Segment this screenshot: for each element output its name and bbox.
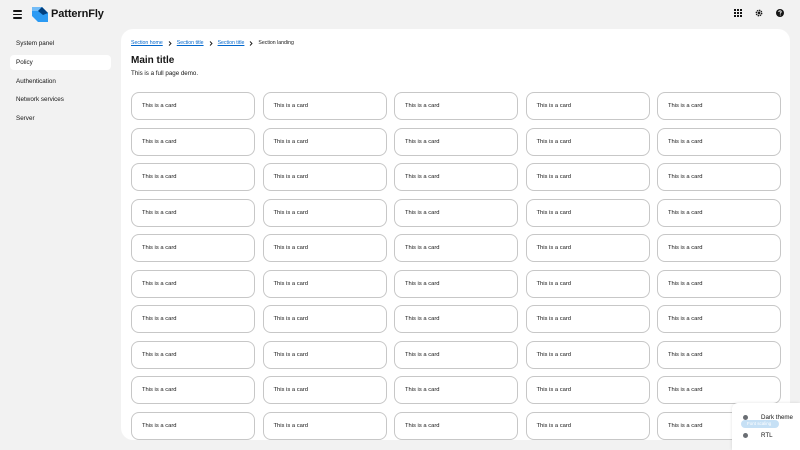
- settings-button[interactable]: [755, 9, 763, 17]
- card[interactable]: This is a card: [131, 163, 255, 191]
- card[interactable]: This is a card: [394, 411, 518, 440]
- theme-switcher-panel: Dark theme Font scaling RTL: [732, 403, 800, 450]
- card[interactable]: This is a card: [525, 305, 650, 333]
- chevron-right-icon: [209, 40, 213, 46]
- card[interactable]: This is a card: [394, 269, 518, 298]
- card[interactable]: This is a card: [525, 340, 650, 369]
- card[interactable]: This is a card: [657, 198, 781, 227]
- masthead: PatternFly: [0, 0, 800, 29]
- card[interactable]: This is a card: [394, 92, 518, 120]
- card[interactable]: This is a card: [394, 198, 518, 227]
- brand[interactable]: PatternFly: [32, 6, 104, 22]
- card[interactable]: This is a card: [657, 340, 781, 369]
- sidebar-item-authentication[interactable]: Authentication: [10, 74, 111, 89]
- page-title: Main title: [131, 55, 175, 66]
- rtl-toggle[interactable]: [741, 431, 752, 439]
- card[interactable]: This is a card: [525, 127, 650, 156]
- sidebar-item-network-services[interactable]: Network services: [10, 92, 111, 107]
- rtl-row: RTL: [741, 431, 773, 439]
- help-icon: [776, 9, 784, 17]
- card[interactable]: This is a card: [131, 305, 255, 333]
- card[interactable]: This is a card: [657, 163, 781, 191]
- breadcrumb-link[interactable]: Section title: [218, 40, 245, 46]
- card[interactable]: This is a card: [131, 269, 255, 298]
- card[interactable]: This is a card: [131, 234, 255, 262]
- card[interactable]: This is a card: [131, 411, 255, 440]
- card[interactable]: This is a card: [525, 163, 650, 191]
- card[interactable]: This is a card: [262, 340, 387, 369]
- card[interactable]: This is a card: [394, 127, 518, 156]
- card[interactable]: This is a card: [131, 376, 255, 404]
- breadcrumb: Section home Section title Section title…: [131, 40, 294, 46]
- sidebar-nav: System panel Policy Authentication Netwo…: [10, 36, 111, 130]
- card[interactable]: This is a card: [394, 305, 518, 333]
- breadcrumb-link[interactable]: Section title: [177, 40, 204, 46]
- card[interactable]: This is a card: [525, 411, 650, 440]
- card[interactable]: This is a card: [657, 234, 781, 262]
- rtl-label: RTL: [761, 431, 773, 439]
- card[interactable]: This is a card: [657, 92, 781, 120]
- breadcrumb-link[interactable]: Section home: [131, 40, 163, 46]
- card[interactable]: This is a card: [262, 198, 387, 227]
- patternfly-logo-icon: [32, 7, 48, 22]
- card[interactable]: This is a card: [525, 376, 650, 404]
- card[interactable]: This is a card: [262, 411, 387, 440]
- card[interactable]: This is a card: [657, 269, 781, 298]
- breadcrumb-current: Section landing: [258, 40, 294, 46]
- card[interactable]: This is a card: [131, 92, 255, 120]
- card[interactable]: This is a card: [262, 269, 387, 298]
- page-description: This is a full page demo.: [131, 70, 199, 77]
- card[interactable]: This is a card: [525, 92, 650, 120]
- header-tools: [734, 9, 784, 17]
- card[interactable]: This is a card: [262, 234, 387, 262]
- card[interactable]: This is a card: [394, 376, 518, 404]
- font-scaling-button[interactable]: Font scaling: [741, 420, 779, 428]
- card[interactable]: This is a card: [262, 127, 387, 156]
- card[interactable]: This is a card: [262, 92, 387, 120]
- chevron-right-icon: [168, 40, 172, 46]
- card[interactable]: This is a card: [394, 234, 518, 262]
- card[interactable]: This is a card: [262, 163, 387, 191]
- card[interactable]: This is a card: [131, 198, 255, 227]
- gear-icon: [755, 9, 763, 17]
- card[interactable]: This is a card: [131, 340, 255, 369]
- sidebar-item-policy[interactable]: Policy: [10, 54, 111, 70]
- sidebar-item-server[interactable]: Server: [10, 111, 111, 126]
- card[interactable]: This is a card: [657, 376, 781, 404]
- card-gallery: This is a card This is a card This is a ca…: [131, 92, 781, 440]
- main-content: Section home Section title Section title…: [121, 29, 790, 440]
- card[interactable]: This is a card: [262, 376, 387, 404]
- sidebar-item-system-panel[interactable]: System panel: [10, 36, 111, 51]
- hamburger-menu-icon[interactable]: [13, 10, 22, 19]
- card[interactable]: This is a card: [262, 305, 387, 333]
- card[interactable]: This is a card: [657, 305, 781, 333]
- card[interactable]: This is a card: [394, 163, 518, 191]
- brand-name: PatternFly: [51, 8, 104, 20]
- card[interactable]: This is a card: [131, 127, 255, 156]
- card[interactable]: This is a card: [394, 340, 518, 369]
- card[interactable]: This is a card: [657, 127, 781, 156]
- grid-icon: [734, 9, 742, 17]
- help-button[interactable]: [776, 9, 784, 17]
- card[interactable]: This is a card: [525, 269, 650, 298]
- chevron-right-icon: [250, 40, 254, 46]
- card[interactable]: This is a card: [525, 198, 650, 227]
- card[interactable]: This is a card: [525, 234, 650, 262]
- app-launcher-button[interactable]: [734, 9, 742, 17]
